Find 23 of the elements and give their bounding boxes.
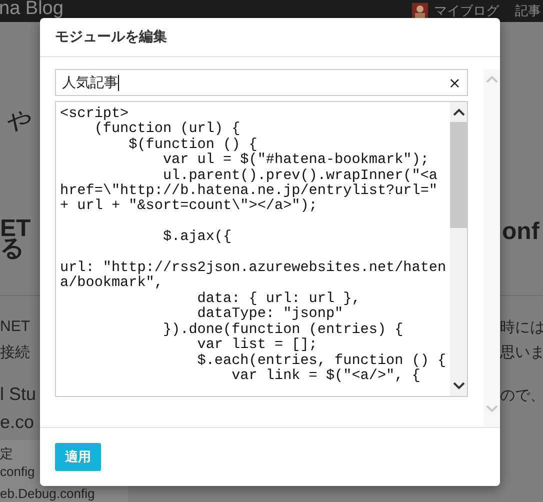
page-text: 接続 xyxy=(0,343,30,362)
my-blog-link[interactable]: マイブログ xyxy=(434,2,499,20)
page-text: 思いま xyxy=(500,343,543,362)
page-text: onf xyxy=(502,218,540,246)
module-title-field[interactable]: 人気記事 × xyxy=(55,69,468,96)
scrollbar[interactable] xyxy=(450,102,467,396)
chevron-up-icon[interactable] xyxy=(452,108,464,116)
page-text: 定 xyxy=(0,445,13,463)
nav-link[interactable]: 記事 xyxy=(515,2,541,20)
apply-button[interactable]: 適用 xyxy=(55,443,101,471)
page-text: l Stu xyxy=(0,384,36,405)
page-text: eb.Debug.config xyxy=(0,486,95,501)
page-text: e.co xyxy=(0,412,34,433)
page-text: ゃ xyxy=(2,101,33,137)
page-text: ので、 xyxy=(500,386,543,405)
page-text: NET xyxy=(0,318,30,335)
page-text: config xyxy=(0,464,35,479)
blog-brand[interactable]: na Blog xyxy=(0,0,64,20)
avatar-icon[interactable] xyxy=(412,3,428,19)
code-editor-field[interactable]: <script> (function (url) { $(function () { var ul = $("#hatena-bookmark"); ul.parent().prev().wrapInner("<a href=\"http://b.hatena.ne.jp/entrylist?url=" + url + "&sort=count\"></a>"); $.ajax({ url: "http://rss2json.azurewebsites.net/haten a/bookmark", data: { url: url }, dataType: "jsonp" }).done(function (entries) { var list = []; $.each(entries, function () { var link = $("<a/>", { xyxy=(55,101,468,397)
close-icon[interactable]: × xyxy=(448,74,461,92)
dialog-title: モジュールを編集 xyxy=(55,28,167,46)
chevron-down-icon[interactable] xyxy=(452,382,464,390)
